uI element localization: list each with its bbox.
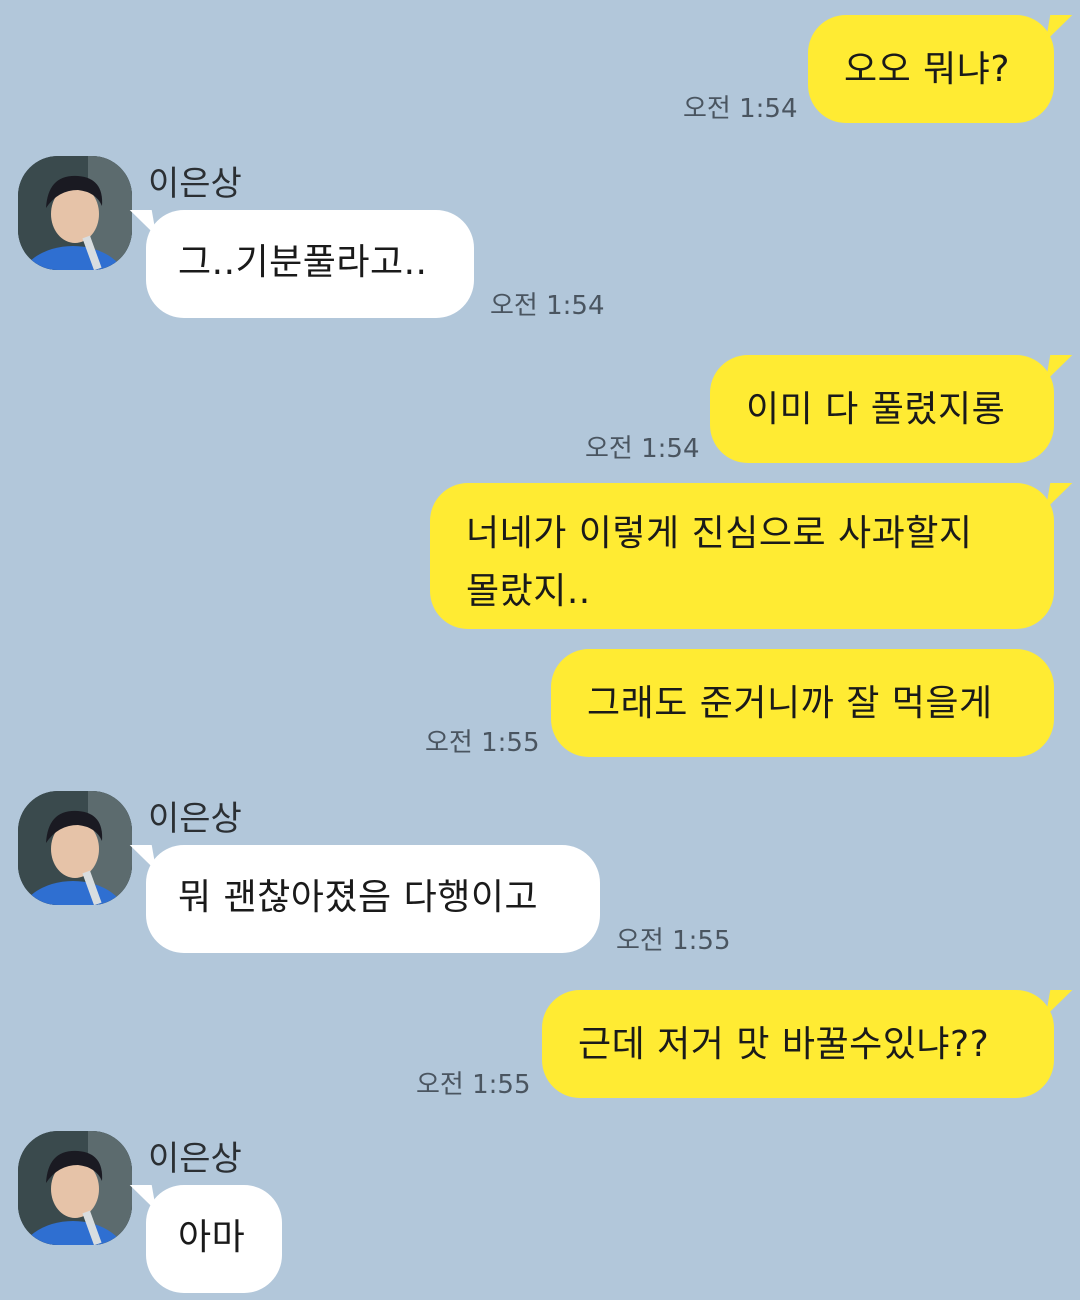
- my-message-bubble[interactable]: 이미 다 풀렸지롱: [710, 355, 1054, 463]
- avatar-photo-icon: [18, 791, 132, 905]
- message-time: 오전 1:55: [416, 1070, 531, 1100]
- contact-name: 이은상: [148, 799, 242, 839]
- their-message-bubble[interactable]: 아마: [146, 1185, 282, 1293]
- message-time: 오전 1:54: [490, 291, 605, 321]
- their-message-bubble[interactable]: 그..기분풀라고..: [146, 210, 474, 318]
- message-time: 오전 1:54: [585, 434, 700, 464]
- chat-window[interactable]: 오오 뭐냐? 오전 1:54 이은상 그..기분풀라고.. 오전 1:54 이미…: [0, 0, 1080, 1300]
- message-text: 근데 저거 맛 바꿀수있냐??: [578, 1024, 990, 1065]
- their-message-bubble[interactable]: 뭐 괜찮아졌음 다행이고: [146, 845, 600, 953]
- message-time: 오전 1:55: [425, 728, 540, 758]
- avatar-photo-icon: [18, 1131, 132, 1245]
- message-text: 뭐 괜찮아졌음 다행이고: [178, 877, 539, 918]
- message-text: 이미 다 풀렸지롱: [746, 389, 1006, 430]
- message-text: 오오 뭐냐?: [844, 49, 1011, 90]
- message-text: 아마: [178, 1217, 246, 1258]
- contact-avatar[interactable]: [18, 1131, 132, 1245]
- message-text: 그..기분풀라고..: [178, 242, 428, 283]
- message-time: 오전 1:54: [683, 94, 798, 124]
- contact-avatar[interactable]: [18, 156, 132, 270]
- my-message-bubble[interactable]: 근데 저거 맛 바꿀수있냐??: [542, 990, 1054, 1098]
- contact-name: 이은상: [148, 164, 242, 204]
- contact-avatar[interactable]: [18, 791, 132, 905]
- message-text: 그래도 준거니까 잘 먹을게: [587, 683, 993, 724]
- avatar-photo-icon: [18, 156, 132, 270]
- my-message-bubble[interactable]: 그래도 준거니까 잘 먹을게: [551, 649, 1054, 757]
- message-text-line: 너네가 이렇게 진심으로 사과할지: [466, 513, 973, 554]
- my-message-bubble[interactable]: 오오 뭐냐?: [808, 15, 1054, 123]
- message-text-line: 몰랐지..: [466, 571, 591, 612]
- my-message-bubble[interactable]: 너네가 이렇게 진심으로 사과할지 몰랐지..: [430, 483, 1054, 629]
- contact-name: 이은상: [148, 1139, 242, 1179]
- message-time: 오전 1:55: [616, 926, 731, 956]
